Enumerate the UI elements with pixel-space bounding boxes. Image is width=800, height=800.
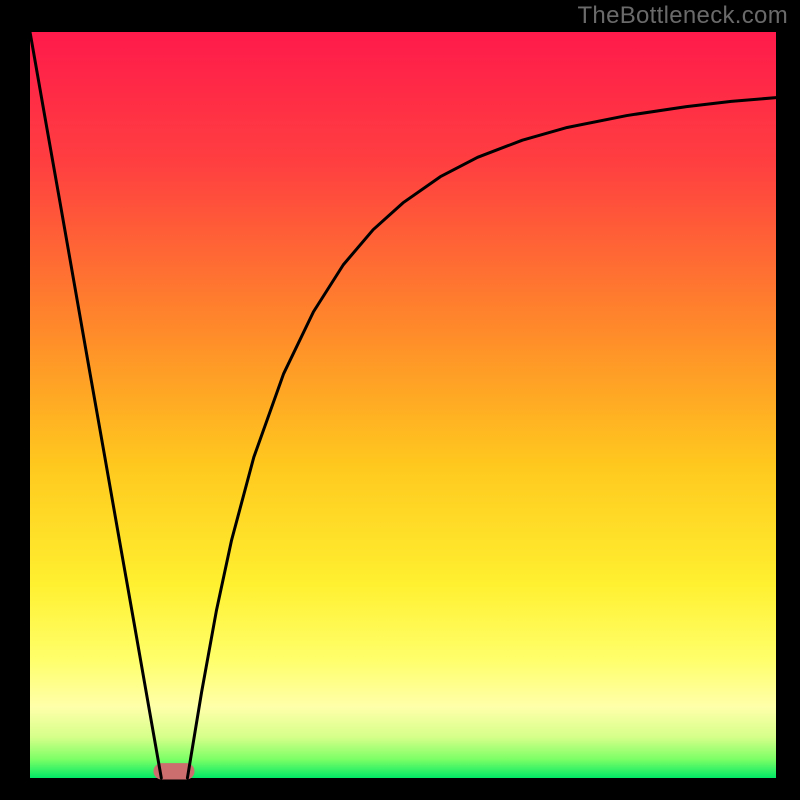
bottleneck-chart [0, 0, 800, 800]
watermark-text: TheBottleneck.com [577, 2, 788, 30]
chart-frame: TheBottleneck.com [0, 0, 800, 800]
